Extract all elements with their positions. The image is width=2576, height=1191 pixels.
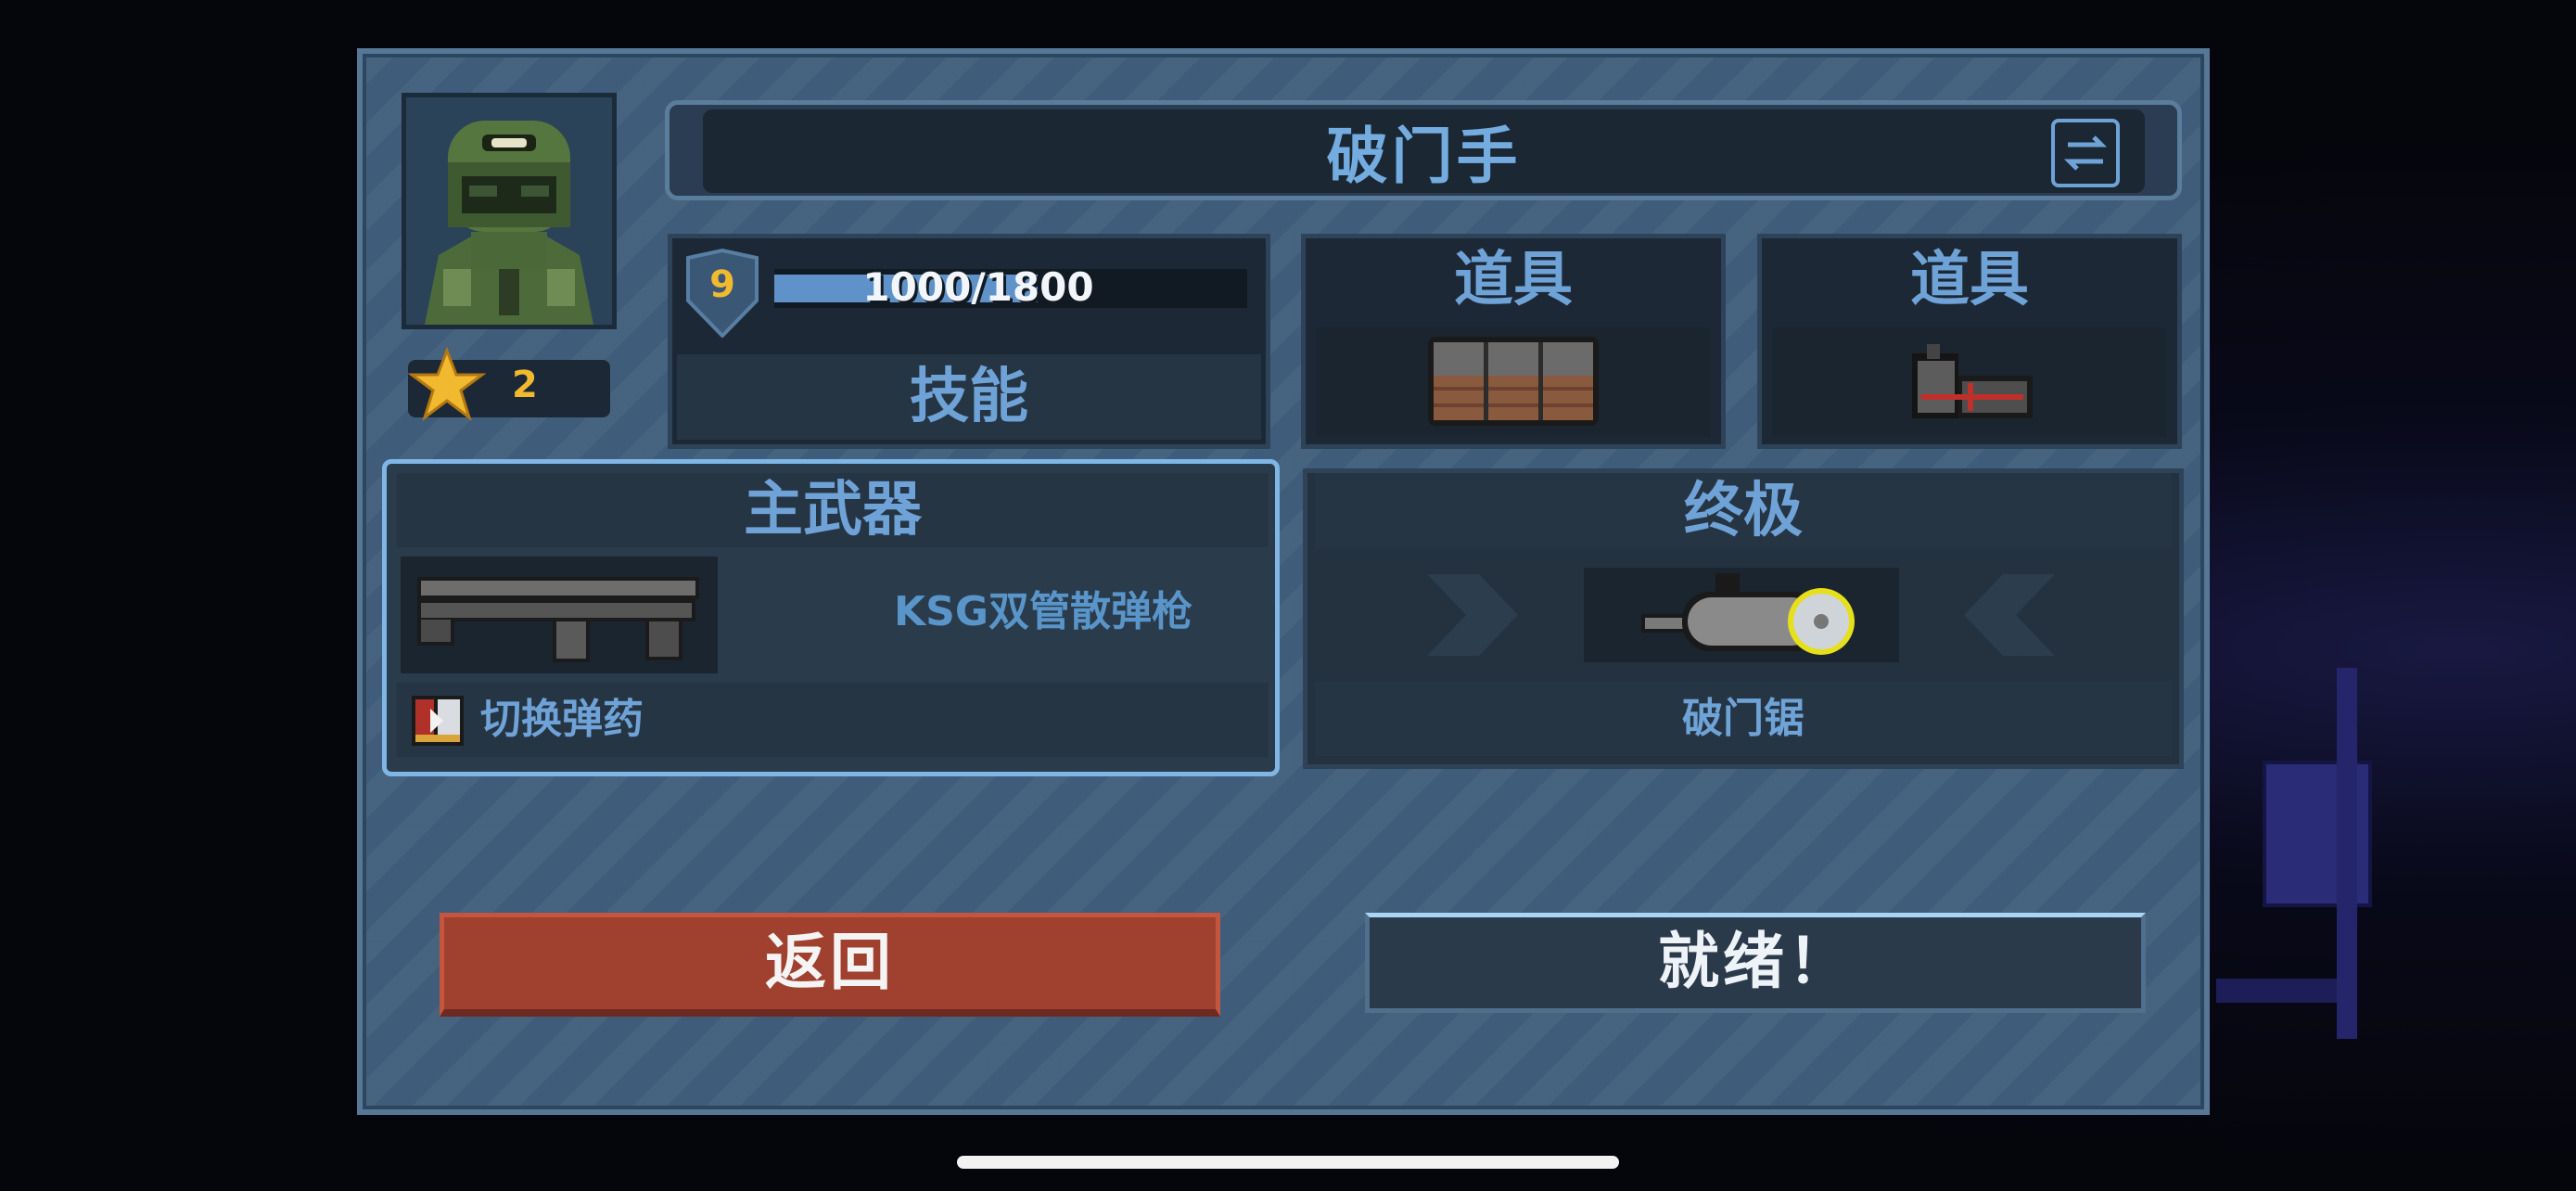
item-slot-1-frame (1317, 327, 1710, 437)
ultimate-header: 终极 (1315, 473, 2172, 549)
primary-weapon-header: 主武器 (397, 473, 1269, 547)
ammo-crates-icon (1428, 337, 1599, 426)
home-indicator[interactable] (957, 1156, 1619, 1169)
xp-value: 1000/1800 (862, 264, 1094, 310)
primary-weapon-name: KSG双管散弹枪 (894, 588, 1192, 635)
skill-label: 技能 (677, 354, 1261, 440)
ultimate-next-arrow[interactable] (1957, 570, 2059, 660)
ammo-switch-icon (410, 694, 465, 748)
swap-arrows-icon (2063, 135, 2108, 171)
helmeted-soldier-portrait (406, 97, 612, 325)
star-level-value: 2 (512, 364, 538, 406)
star-rank-badge: 2 (408, 347, 610, 421)
level-value: 9 (709, 263, 735, 306)
background-post (2337, 668, 2357, 1039)
item-slot-2[interactable]: 道具 (1757, 234, 2182, 449)
ready-button[interactable]: 就绪！ (1365, 913, 2146, 1013)
character-portrait[interactable] (402, 93, 617, 329)
character-name: 破门手 (703, 109, 2145, 193)
breaching-charge-icon (1912, 344, 2033, 418)
chevron-double-right-icon (1427, 574, 1518, 656)
level-shield: 9 (684, 249, 760, 338)
ammo-switch-label: 切换弹药 (480, 696, 644, 743)
back-button[interactable]: 返回 (440, 913, 1220, 1017)
door-saw-icon (1641, 573, 1855, 655)
shotgun-icon (417, 577, 699, 662)
ultimate-prev-arrow[interactable] (1423, 570, 1525, 660)
swap-character-button[interactable] (2051, 119, 2120, 187)
ultimate-slot (1584, 568, 1899, 662)
item-slot-1-title: 道具 (1454, 246, 1573, 314)
star-icon (408, 347, 486, 421)
item-slot-2-frame (1773, 327, 2166, 437)
game-screen: 2 破门手 9 1000/1800 技能 道具 道具 主武器 KSG双管散弹枪 … (0, 0, 2576, 1191)
background-rail (2216, 979, 2355, 1003)
primary-weapon-slot (401, 557, 718, 673)
item-slot-2-title: 道具 (1910, 246, 2029, 314)
item-slot-1[interactable]: 道具 (1301, 234, 1726, 449)
ultimate-name: 破门锯 (1315, 682, 2172, 756)
chevron-double-left-icon (1964, 574, 2055, 656)
